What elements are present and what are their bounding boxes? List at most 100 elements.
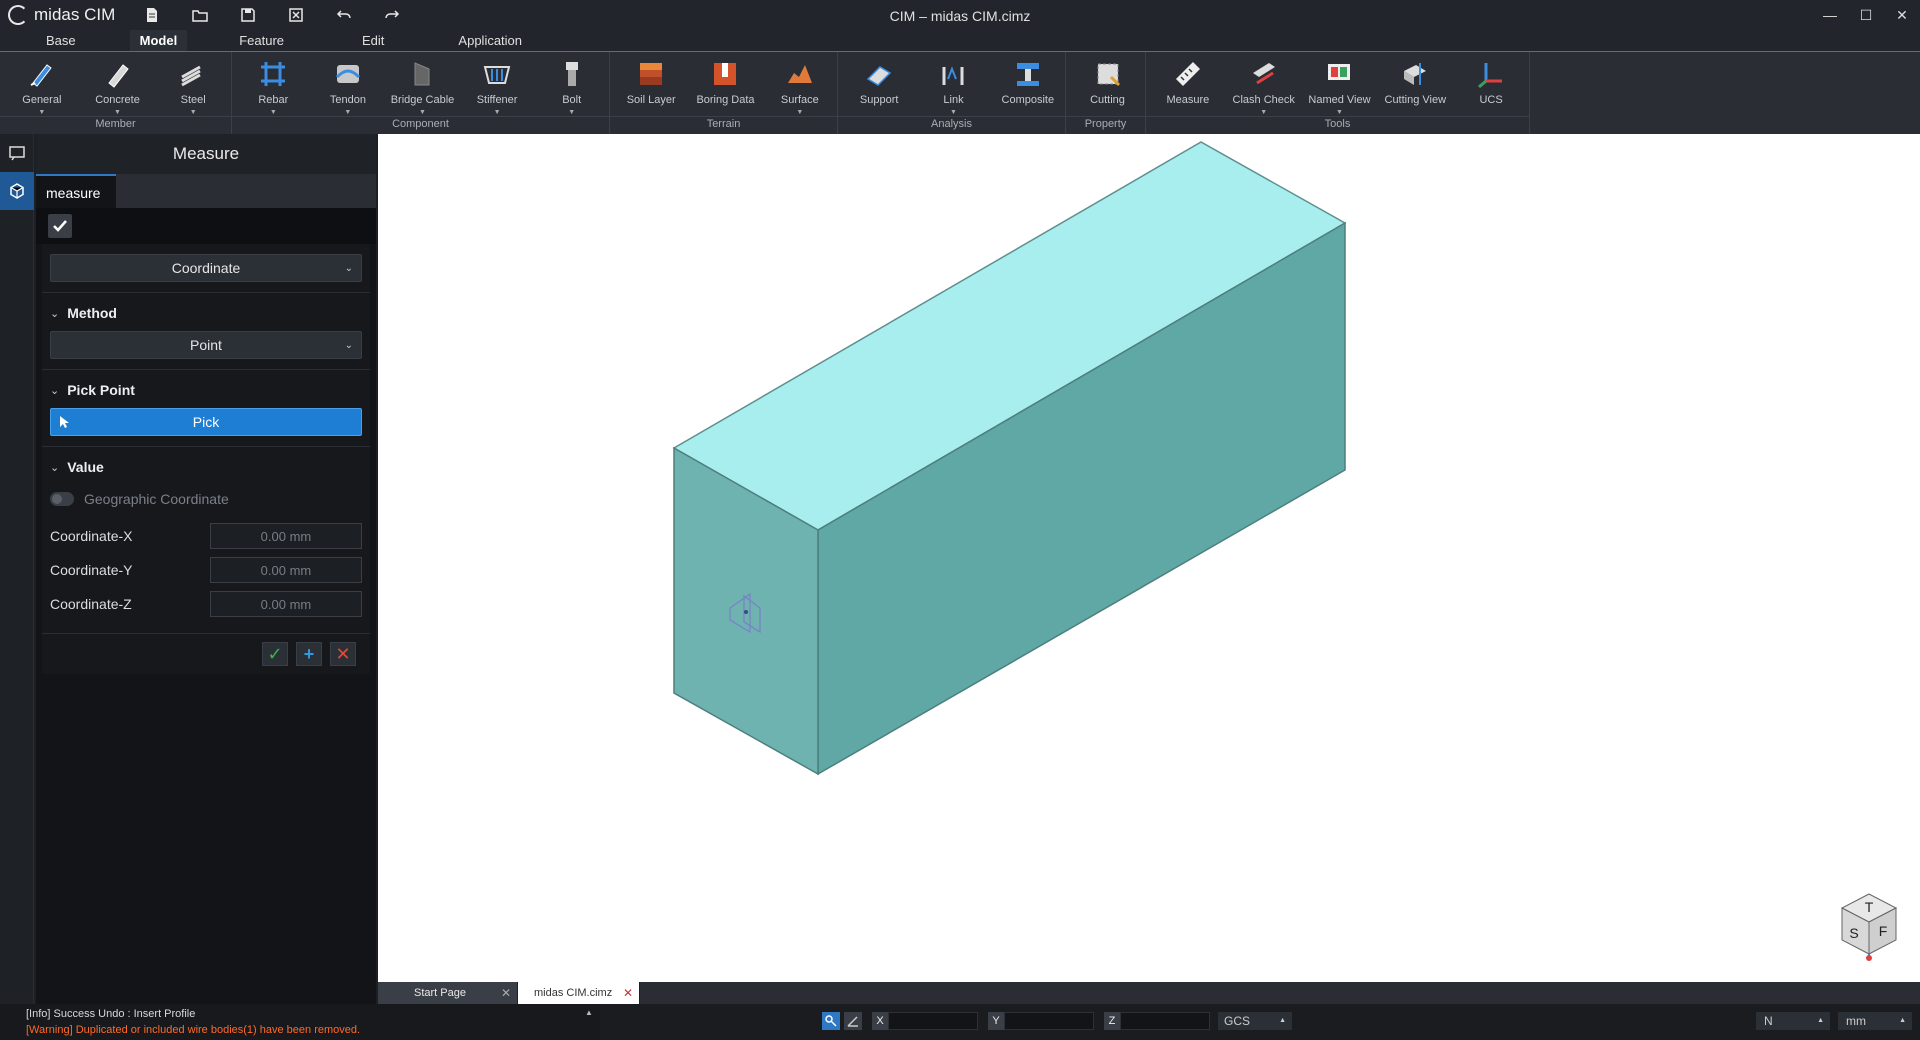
apply-checkbox[interactable]: [48, 214, 72, 238]
ribbon-group-label: Property: [1066, 116, 1145, 132]
ribbon-stiffener-button[interactable]: Stiffener ▼: [460, 52, 535, 116]
measure-type-select[interactable]: Coordinate ⌄: [50, 254, 362, 282]
new-file-icon[interactable]: [137, 3, 167, 27]
coordinate-y-field[interactable]: 0.00 mm: [209, 557, 362, 583]
coordinate-y-row: Coordinate-Y 0.00 mm: [50, 555, 362, 585]
panel-tab-bar: measure: [36, 174, 376, 208]
coordinate-system-select[interactable]: GCS ▲: [1218, 1012, 1292, 1030]
undo-icon[interactable]: [329, 3, 359, 27]
ribbon-group-component: Rebar ▼ Tendon ▼ Bridge Cable ▼ Stiffener ▼ …: [232, 52, 610, 134]
ribbon-tendon-button[interactable]: Tendon ▼: [311, 52, 386, 116]
ribbon-ucs-button[interactable]: UCS: [1453, 52, 1529, 116]
cancel-x-button[interactable]: ✕: [330, 642, 356, 666]
angle-icon[interactable]: [844, 1012, 862, 1030]
tab-edit[interactable]: Edit: [352, 30, 394, 51]
geographic-coordinate-toggle[interactable]: [50, 492, 74, 506]
z-coord-field[interactable]: [1120, 1012, 1210, 1030]
navcube-top-label: T: [1865, 899, 1874, 915]
doc-tab-label: Start Page: [414, 987, 466, 999]
pick-point-title: Pick Point: [67, 382, 135, 398]
snap-icon[interactable]: [822, 1012, 840, 1030]
pick-point-header[interactable]: ⌄ Pick Point: [50, 378, 362, 402]
ribbon-bolt-button[interactable]: Bolt ▼: [534, 52, 609, 116]
ribbon-group-label: Terrain: [610, 116, 837, 132]
ribbon-group-tools: Measure Clash Check ▼ Named View ▼ Cutting…: [1146, 52, 1530, 134]
tab-model[interactable]: Model: [129, 30, 188, 51]
method-header[interactable]: ⌄ Method: [50, 301, 362, 325]
coordinate-x-label: Coordinate-X: [50, 528, 133, 544]
minimize-icon[interactable]: —: [1812, 0, 1848, 30]
length-unit-select[interactable]: mm ▲: [1838, 1012, 1912, 1030]
message-log[interactable]: [Info] Success Undo : Insert Profile [Wa…: [0, 1004, 600, 1040]
value-header[interactable]: ⌄ Value: [50, 455, 362, 479]
ruler-icon: [1171, 58, 1205, 90]
ribbon-bridge-cable-button[interactable]: Bridge Cable ▼: [385, 52, 460, 116]
coordinate-z-field[interactable]: 0.00 mm: [209, 591, 362, 617]
ribbon-group-terrain: Soil Layer Boring Data Surface ▼ Terrain: [610, 52, 838, 134]
close-tab-icon[interactable]: ✕: [501, 986, 511, 1000]
x-coord-label: X: [872, 1012, 888, 1030]
concrete-member-icon: [101, 58, 135, 90]
ribbon-composite-button[interactable]: Composite: [991, 52, 1065, 116]
force-unit-value: N: [1764, 1014, 1773, 1028]
ribbon-rebar-button[interactable]: Rebar ▼: [236, 52, 311, 116]
redo-icon[interactable]: [377, 3, 407, 27]
coordinate-z-label: Coordinate-Z: [50, 596, 132, 612]
chevron-down-icon: ⌄: [344, 339, 353, 351]
method-title: Method: [67, 305, 117, 321]
measure-panel: Measure measure Coordinate ⌄ ⌄ Method Po…: [36, 134, 376, 1004]
ribbon-general-button[interactable]: General ▼: [4, 52, 80, 116]
open-folder-icon[interactable]: [185, 3, 215, 27]
measure-type-section: Coordinate ⌄: [42, 244, 370, 293]
ribbon-link-button[interactable]: Link ▼: [916, 52, 990, 116]
view-navigation-cube[interactable]: T S F: [1838, 892, 1900, 964]
ribbon-tab-bar: Base Model Feature Edit Application: [0, 30, 1920, 52]
close-window-icon[interactable]: ✕: [1884, 0, 1920, 30]
save-icon[interactable]: [233, 3, 263, 27]
doc-tab-midas-cim[interactable]: midas CIM.cimz ✕: [518, 982, 640, 1004]
ribbon-boring-data-button[interactable]: Boring Data: [688, 52, 762, 116]
link-icon: [936, 58, 970, 90]
ribbon-steel-button[interactable]: Steel ▼: [155, 52, 231, 116]
ribbon: General ▼ Concrete ▼ Steel ▼ Member Rebar ▼ …: [0, 52, 1920, 134]
model-cube-icon[interactable]: [0, 172, 34, 210]
chevron-up-icon[interactable]: ▲: [585, 1008, 593, 1017]
ribbon-cutting-view-button[interactable]: Cutting View: [1377, 52, 1453, 116]
bolt-icon: [555, 58, 589, 90]
force-unit-select[interactable]: N ▲: [1756, 1012, 1830, 1030]
coordinate-x-row: Coordinate-X 0.00 mm: [50, 521, 362, 551]
tab-feature[interactable]: Feature: [229, 30, 294, 51]
tab-application[interactable]: Application: [448, 30, 532, 51]
maximize-icon[interactable]: ☐: [1848, 0, 1884, 30]
tab-base[interactable]: Base: [36, 30, 86, 51]
ribbon-cutting-button[interactable]: Cutting: [1070, 52, 1145, 116]
close-tab-icon[interactable]: ✕: [623, 986, 633, 1000]
ribbon-measure-button[interactable]: Measure: [1150, 52, 1226, 116]
comment-icon[interactable]: [0, 134, 34, 172]
add-plus-button[interactable]: +: [296, 642, 322, 666]
ribbon-concrete-button[interactable]: Concrete ▼: [80, 52, 156, 116]
y-coord-field[interactable]: [1004, 1012, 1094, 1030]
ribbon-group-analysis: Support Link ▼ Composite Analysis: [838, 52, 1066, 134]
method-section: ⌄ Method Point ⌄: [42, 293, 370, 370]
status-bar: [Info] Success Undo : Insert Profile [Wa…: [0, 1004, 1920, 1040]
chevron-down-icon: ⌄: [344, 262, 353, 274]
close-file-icon[interactable]: [281, 3, 311, 27]
clash-check-icon: [1247, 58, 1281, 90]
ribbon-soil-layer-button[interactable]: Soil Layer: [614, 52, 688, 116]
method-select[interactable]: Point ⌄: [50, 331, 362, 359]
surface-icon: [783, 58, 817, 90]
doc-tab-start-page[interactable]: Start Page ✕: [378, 982, 518, 1004]
ribbon-support-button[interactable]: Support: [842, 52, 916, 116]
ok-check-button[interactable]: ✓: [262, 642, 288, 666]
coordinate-y-label: Coordinate-Y: [50, 562, 133, 578]
tab-measure[interactable]: measure: [36, 174, 116, 208]
cutting-view-icon: [1398, 58, 1432, 90]
ribbon-named-view-button[interactable]: Named View ▼: [1302, 52, 1378, 116]
coordinate-x-field[interactable]: 0.00 mm: [209, 523, 362, 549]
x-coord-field[interactable]: [888, 1012, 978, 1030]
3d-viewport[interactable]: T S F: [378, 134, 1920, 982]
ribbon-clash-check-button[interactable]: Clash Check ▼: [1226, 52, 1302, 116]
pick-button[interactable]: Pick: [50, 408, 362, 436]
ribbon-surface-button[interactable]: Surface ▼: [763, 52, 837, 116]
